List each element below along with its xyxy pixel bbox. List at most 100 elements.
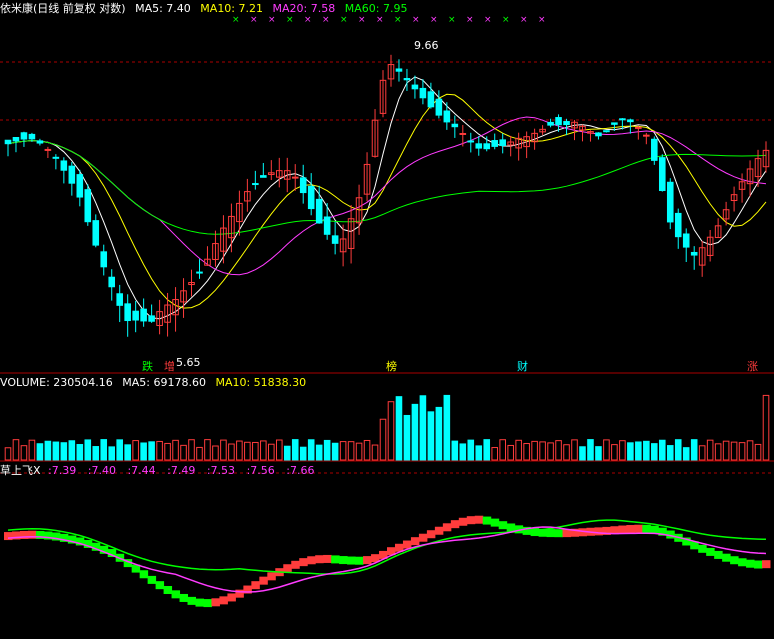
- volume-bar: [323, 439, 331, 461]
- volume-bar: [746, 440, 754, 461]
- candle-body: [12, 136, 20, 142]
- indicator-step: [738, 558, 747, 567]
- indicator-step: [530, 528, 540, 537]
- indicator-step: [706, 547, 715, 556]
- volume-bar: [682, 447, 690, 461]
- volume-bar: [172, 439, 179, 461]
- candle-body: [690, 251, 698, 256]
- candle-body: [595, 132, 602, 137]
- volume-bar: [507, 444, 514, 461]
- signal-tag-die[interactable]: 跌: [140, 360, 155, 373]
- candle-body: [427, 91, 435, 108]
- signal-tag-zhang[interactable]: 涨: [745, 360, 760, 373]
- indicator-step: [355, 556, 364, 565]
- indicator-step: [147, 575, 157, 584]
- volume-bar: [635, 441, 642, 461]
- signal-x-marker: ×: [466, 15, 474, 25]
- signal-tag-die-text: 跌: [142, 360, 153, 373]
- candle-body: [443, 110, 451, 123]
- stock-chart[interactable]: × × × × × × × × × × × × × × × × × ×: [0, 0, 774, 639]
- volume-ma5-legend: MA5: 69178.60: [122, 376, 206, 389]
- volume-bar: [140, 442, 147, 461]
- volume-bar: [451, 440, 459, 461]
- ma10-line: [7, 93, 767, 309]
- volume-bar: [132, 440, 139, 461]
- signal-x-marker: ×: [376, 15, 384, 25]
- volume-bar: [339, 441, 347, 461]
- volume-bar: [651, 443, 658, 461]
- indicator-step: [730, 556, 739, 565]
- indicator-step: [418, 533, 428, 542]
- indicator-panel: [4, 515, 771, 608]
- candle-body: [674, 212, 682, 238]
- signal-tag-bang[interactable]: 榜: [384, 360, 399, 373]
- volume-bar: [307, 439, 315, 461]
- signal-x-marker: ×: [484, 15, 492, 25]
- volume-bar: [658, 439, 666, 461]
- candle-body: [635, 126, 642, 129]
- indicator-step: [498, 521, 508, 530]
- candle-body: [84, 189, 92, 223]
- candle-body: [28, 133, 36, 140]
- signal-tag-bang-text: 榜: [386, 360, 397, 373]
- volume-bar: [443, 394, 451, 461]
- signal-x-marker: ×: [520, 15, 528, 25]
- volume-bar: [148, 441, 155, 461]
- indicator-step: [634, 524, 643, 533]
- volume-bar: [180, 444, 187, 461]
- signal-x-marker: ×: [502, 15, 510, 25]
- volume-bar: [499, 439, 506, 461]
- indicator-value-4: :7.49: [167, 464, 196, 477]
- candle-body: [124, 303, 131, 322]
- signal-x-marker: ×: [538, 15, 546, 25]
- indicator-step: [315, 555, 324, 564]
- volume-bar: [698, 445, 706, 461]
- indicator-value-5: :7.53: [206, 464, 236, 477]
- candle-body: [403, 78, 411, 81]
- indicator-step: [426, 530, 436, 539]
- volume-bar: [435, 406, 443, 461]
- candle-body: [475, 143, 483, 149]
- volume-bar: [714, 443, 722, 461]
- volume-bar: [571, 439, 578, 461]
- high-price-label: 9.66: [412, 39, 441, 52]
- ma60-legend: MA60: 7.95: [344, 2, 408, 15]
- volume-bar: [531, 440, 538, 461]
- candle-body: [459, 132, 467, 135]
- volume-bar: [204, 439, 211, 461]
- indicator-step: [618, 525, 627, 534]
- volume-bar: [603, 439, 610, 461]
- volume-bar: [84, 439, 92, 461]
- signal-tag-zeng[interactable]: 增: [162, 360, 177, 373]
- volume-bar: [188, 439, 195, 461]
- volume-bar: [156, 440, 163, 461]
- candle-body: [260, 175, 267, 178]
- candle-body: [60, 160, 68, 171]
- volume-bar: [260, 440, 267, 461]
- volume-bar: [674, 439, 682, 461]
- candle-body: [36, 140, 44, 144]
- candle-body: [611, 122, 618, 125]
- signal-x-marker: ×: [340, 15, 348, 25]
- candle-body: [643, 134, 650, 137]
- candle-body: [291, 176, 299, 179]
- indicator-value-2: :7.40: [87, 464, 116, 477]
- candle-body: [323, 216, 331, 235]
- volume-bar: [363, 439, 371, 461]
- indicator-step: [754, 560, 763, 569]
- volume-panel-header: VOLUME: 230504.16 MA5: 69178.60 MA10: 51…: [0, 376, 312, 390]
- volume-bar: [124, 444, 131, 461]
- signal-x-marker: ×: [232, 15, 240, 25]
- indicator-step: [762, 560, 771, 569]
- candle-body: [627, 119, 634, 123]
- volume-bar: [68, 440, 76, 461]
- signal-tag-cai[interactable]: 财: [515, 360, 530, 373]
- volume-bar: [379, 418, 387, 461]
- candle-body: [132, 310, 139, 321]
- indicator-value-3: :7.44: [127, 464, 156, 477]
- indicator-value-1: :7.39: [48, 464, 77, 477]
- volume-bar: [555, 440, 562, 461]
- volume-bar: [12, 439, 20, 461]
- volume-bar: [331, 442, 339, 461]
- indicator-step: [155, 581, 165, 590]
